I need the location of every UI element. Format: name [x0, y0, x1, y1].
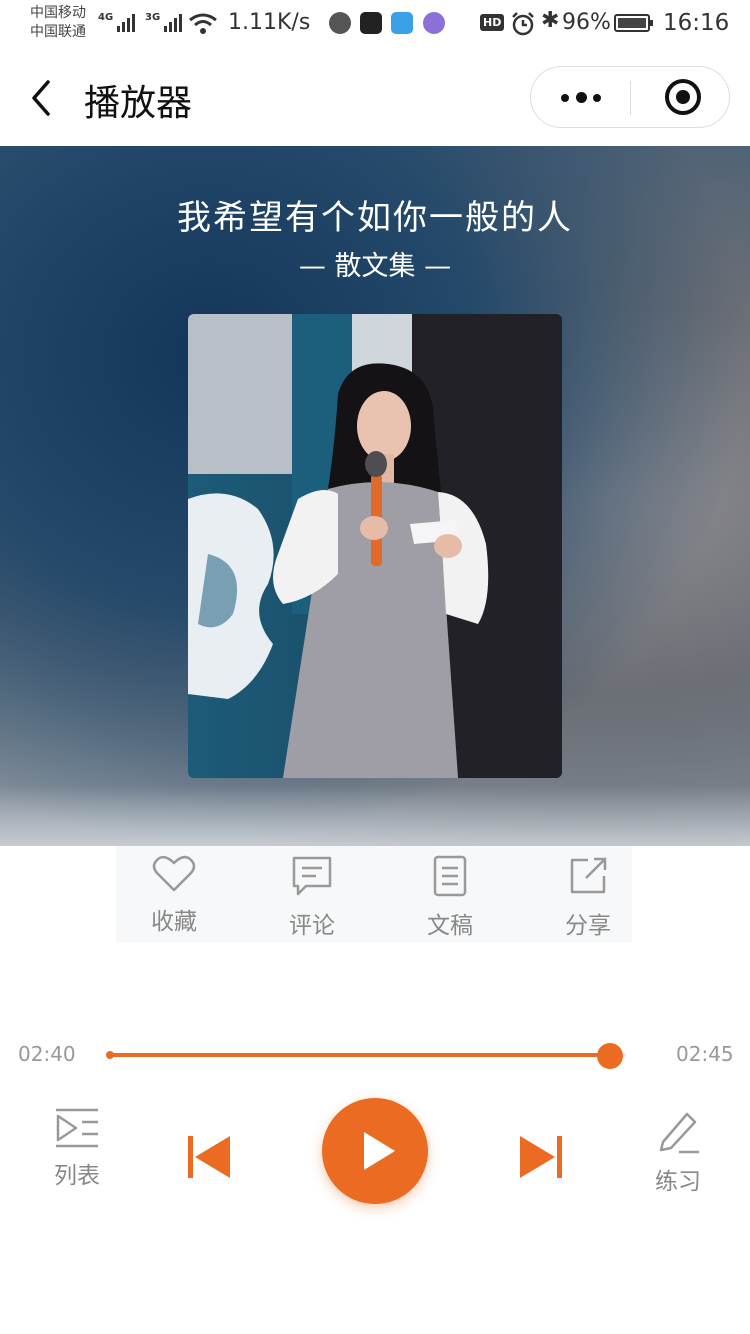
previous-button[interactable] [186, 1134, 232, 1180]
back-button[interactable] [24, 76, 64, 120]
progress-played [108, 1053, 611, 1057]
wechat-icon [329, 12, 351, 34]
comment-button[interactable]: 评论 [262, 854, 362, 940]
share-button[interactable]: 分享 [538, 854, 638, 940]
more-icon [561, 94, 569, 102]
practice-label: 练习 [655, 1169, 701, 1195]
hero-fade [0, 786, 750, 846]
battery-percentage: 96% [562, 10, 611, 35]
close-mini-program-button[interactable] [631, 67, 731, 127]
signal-3g-icon: 3G [145, 12, 183, 32]
document-icon [433, 855, 467, 897]
nav-bar: 播放器 [0, 50, 750, 146]
messenger-icon [391, 12, 413, 34]
player-hero: 我希望有个如你一般的人 — 散文集 — [0, 146, 750, 846]
carrier-info: 中国移动 中国联通 [30, 4, 86, 42]
signal-4g-icon: 4G [98, 12, 136, 32]
favorite-button[interactable]: 收藏 [124, 854, 224, 940]
action-bar: 收藏 评论 文稿 分享 [116, 846, 632, 942]
album-title: — 散文集 — [298, 251, 452, 282]
favorite-label: 收藏 [151, 909, 197, 935]
chevron-left-icon [32, 80, 50, 116]
playlist-button[interactable]: 列表 [40, 1108, 114, 1190]
total-time: 02:45 [676, 1042, 734, 1066]
next-button[interactable] [518, 1134, 564, 1180]
tiktok-icon [360, 12, 382, 34]
app-notification-icon [423, 12, 445, 34]
heart-icon [152, 855, 196, 892]
hd-icon: HD [480, 14, 505, 31]
skip-previous-icon [188, 1136, 230, 1178]
comment-label: 评论 [289, 913, 335, 939]
share-icon [570, 857, 607, 894]
bluetooth-icon: ✱ [541, 8, 560, 33]
carrier-1: 中国移动 [30, 5, 86, 21]
alarm-icon [512, 12, 534, 36]
comment-icon [292, 856, 332, 896]
network-speed: 1.11K/s [228, 10, 311, 35]
track-title: 我希望有个如你一般的人 [177, 198, 573, 238]
page-title: 播放器 [84, 83, 193, 124]
clock: 16:16 [663, 10, 730, 36]
player-page: 中国移动 中国联通 4G 3G 1.11K/s HD ✱ 96% 16:16 播… [0, 0, 750, 1334]
wifi-icon [189, 13, 217, 34]
cover-image [188, 314, 562, 778]
status-bar: 中国移动 中国联通 4G 3G 1.11K/s HD ✱ 96% 16:16 [0, 0, 750, 50]
playlist-icon [56, 1108, 98, 1148]
skip-next-icon [520, 1136, 562, 1178]
pencil-icon [659, 1112, 699, 1154]
current-time: 02:40 [18, 1042, 76, 1066]
carrier-2: 中国联通 [30, 24, 86, 40]
play-icon [364, 1132, 395, 1170]
mini-program-capsule [530, 66, 730, 128]
progress-start-dot [106, 1051, 114, 1059]
transcript-label: 文稿 [427, 913, 473, 939]
more-button[interactable] [531, 67, 630, 127]
cover-photo [188, 314, 562, 778]
transcript-button[interactable]: 文稿 [400, 854, 500, 940]
practice-button[interactable]: 练习 [640, 1108, 716, 1196]
progress-knob[interactable] [597, 1043, 624, 1069]
playlist-label: 列表 [54, 1163, 100, 1189]
play-button[interactable] [322, 1098, 428, 1204]
progress-bar[interactable] [106, 1051, 626, 1059]
battery-icon [614, 14, 653, 32]
share-label: 分享 [565, 913, 611, 939]
